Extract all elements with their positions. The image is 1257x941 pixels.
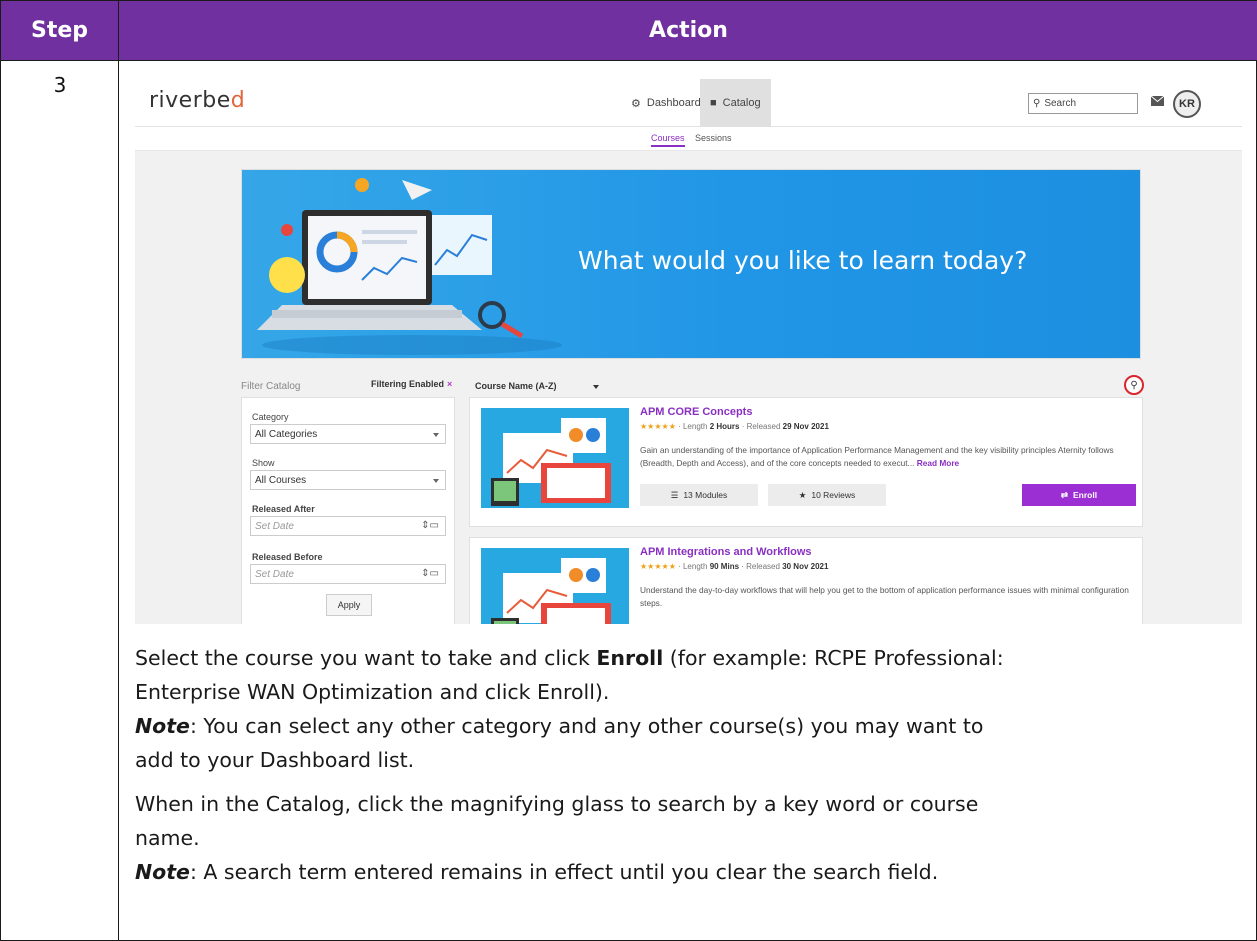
- instruction-line: Note: You can select any other category …: [135, 709, 983, 743]
- released-label: · Released: [741, 422, 781, 431]
- reviews-label: 10 Reviews: [811, 490, 856, 500]
- instruction-line: Enterprise WAN Optimization and click En…: [135, 680, 610, 704]
- note-label: Note: [135, 714, 190, 738]
- tab-courses[interactable]: Courses: [651, 133, 685, 147]
- nav-catalog-label: Catalog: [722, 97, 761, 109]
- length-value: 2 Hours: [709, 422, 740, 431]
- apply-button[interactable]: Apply: [326, 594, 372, 616]
- enroll-label: Enroll: [1073, 490, 1098, 500]
- instruction-line: name.: [135, 826, 200, 850]
- search-input[interactable]: ⚲ Search: [1028, 93, 1138, 114]
- swap-icon: ⇄: [1060, 489, 1069, 500]
- filter-title: Filter Catalog: [241, 381, 301, 392]
- modules-label: 13 Modules: [683, 490, 728, 500]
- show-value: All Courses: [255, 474, 307, 486]
- length-label: · Length: [678, 422, 708, 431]
- course-title[interactable]: APM Integrations and Workflows: [640, 546, 812, 558]
- enroll-button[interactable]: ⇄ Enroll: [1022, 484, 1136, 506]
- instruction-line: add to your Dashboard list.: [135, 748, 415, 772]
- note-label: Note: [135, 860, 190, 884]
- read-more-link[interactable]: Read More: [917, 458, 959, 468]
- calendar-icon[interactable]: ⇕▭: [421, 520, 439, 531]
- catalog-screenshot: riverbed ⚙ Dashboard ■ Catalog ⚲ Search …: [135, 79, 1242, 624]
- modules-button[interactable]: ☰ 13 Modules: [640, 484, 758, 506]
- instruction-line: Select the course you want to take and c…: [135, 641, 1004, 675]
- released-value: 30 Nov 2021: [782, 562, 829, 571]
- step-header: Step: [1, 1, 119, 60]
- catalog-subnav: Courses Sessions: [135, 127, 1242, 151]
- search-icon: ⚲: [1130, 379, 1138, 391]
- instruction-text: (for example: RCPE Professional:: [663, 646, 1004, 670]
- released-label: · Released: [741, 562, 780, 571]
- course-description: Understand the day-to-day workflows that…: [640, 585, 1129, 608]
- released-before-placeholder: Set Date: [255, 568, 294, 580]
- course-description: Gain an understanding of the importance …: [640, 444, 1140, 470]
- sort-select[interactable]: Course Name (A-Z): [475, 381, 557, 391]
- banner-heading: What would you like to learn today?: [578, 246, 1028, 275]
- catalog-banner: What would you like to learn today?: [241, 169, 1141, 359]
- app-top-bar: riverbed ⚙ Dashboard ■ Catalog ⚲ Search …: [135, 79, 1242, 127]
- length-value: 90 Mins: [709, 562, 740, 571]
- category-value: All Categories: [255, 428, 318, 440]
- course-card[interactable]: APM CORE Concepts ★★★★★ · Length 2 Hours…: [469, 397, 1143, 527]
- description-text: Gain an understanding of the importance …: [640, 445, 1114, 468]
- released-before-label: Released Before: [252, 552, 323, 562]
- course-thumbnail: [481, 408, 629, 508]
- banner-illustration: [257, 178, 562, 355]
- list-icon: ☰: [670, 489, 679, 500]
- dashboard-icon: ⚙: [631, 97, 641, 110]
- nav-dashboard[interactable]: ⚙ Dashboard: [621, 79, 711, 127]
- show-label: Show: [252, 458, 275, 468]
- filter-panel: Category All Categories Show All Courses…: [241, 397, 455, 624]
- instruction-table: Step Action 3 riverbed ⚙ Dashboard ■ Cat…: [0, 0, 1257, 941]
- released-after-placeholder: Set Date: [255, 520, 294, 532]
- chevron-down-icon: [433, 479, 439, 483]
- show-select[interactable]: All Courses: [250, 470, 446, 490]
- length-label: · Length: [678, 562, 708, 571]
- course-card[interactable]: APM Integrations and Workflows ★★★★★ · L…: [469, 537, 1143, 624]
- nav-catalog[interactable]: ■ Catalog: [700, 79, 771, 127]
- header-divider: [1, 60, 1257, 61]
- magnifier-search-button[interactable]: ⚲: [1124, 375, 1144, 395]
- enroll-emphasis: Enroll: [596, 646, 664, 670]
- search-placeholder: Search: [1044, 98, 1077, 109]
- reviews-button[interactable]: ★ 10 Reviews: [768, 484, 886, 506]
- instruction-line: Note: A search term entered remains in e…: [135, 855, 938, 889]
- riverbed-logo: riverbed: [149, 88, 246, 113]
- released-after-input[interactable]: Set Date ⇕▭: [250, 516, 446, 536]
- released-value: 29 Nov 2021: [782, 422, 829, 431]
- filtering-label: Filtering Enabled: [371, 379, 445, 389]
- column-divider: [118, 60, 119, 941]
- nav-dashboard-label: Dashboard: [646, 97, 701, 109]
- filtering-enabled[interactable]: Filtering Enabled ×: [371, 379, 452, 389]
- instruction-text: : You can select any other category and …: [189, 714, 984, 738]
- released-before-input[interactable]: Set Date ⇕▭: [250, 564, 446, 584]
- star-icon: ★: [798, 489, 807, 500]
- calendar-icon[interactable]: ⇕▭: [421, 568, 439, 579]
- category-label: Category: [252, 412, 289, 422]
- instruction-text: Select the course you want to take and c…: [135, 646, 597, 670]
- released-after-label: Released After: [252, 504, 315, 514]
- action-header: Action: [119, 1, 1257, 60]
- avatar[interactable]: KR: [1173, 90, 1201, 118]
- course-thumbnail-art: [491, 558, 611, 624]
- chevron-down-icon[interactable]: [593, 385, 599, 389]
- clear-filter-icon[interactable]: ×: [447, 379, 452, 389]
- rating-stars: ★★★★★: [640, 562, 676, 571]
- course-title[interactable]: APM CORE Concepts: [640, 406, 752, 418]
- course-meta: ★★★★★ · Length 2 Hours · Released 29 Nov…: [640, 422, 829, 431]
- category-select[interactable]: All Categories: [250, 424, 446, 444]
- folder-icon: ■: [710, 97, 717, 109]
- search-icon: ⚲: [1033, 98, 1041, 109]
- rating-stars: ★★★★★: [640, 422, 676, 431]
- instruction-line: When in the Catalog, click the magnifyin…: [135, 792, 979, 816]
- instruction-text: : A search term entered remains in effec…: [189, 860, 939, 884]
- course-thumbnail: [481, 548, 629, 624]
- mail-icon[interactable]: [1151, 96, 1164, 106]
- course-meta: ★★★★★ · Length 90 Mins · Released 30 Nov…: [640, 562, 828, 571]
- chevron-down-icon: [433, 433, 439, 437]
- tab-sessions[interactable]: Sessions: [695, 133, 732, 143]
- step-number: 3: [53, 73, 67, 97]
- course-thumbnail-art: [491, 418, 611, 506]
